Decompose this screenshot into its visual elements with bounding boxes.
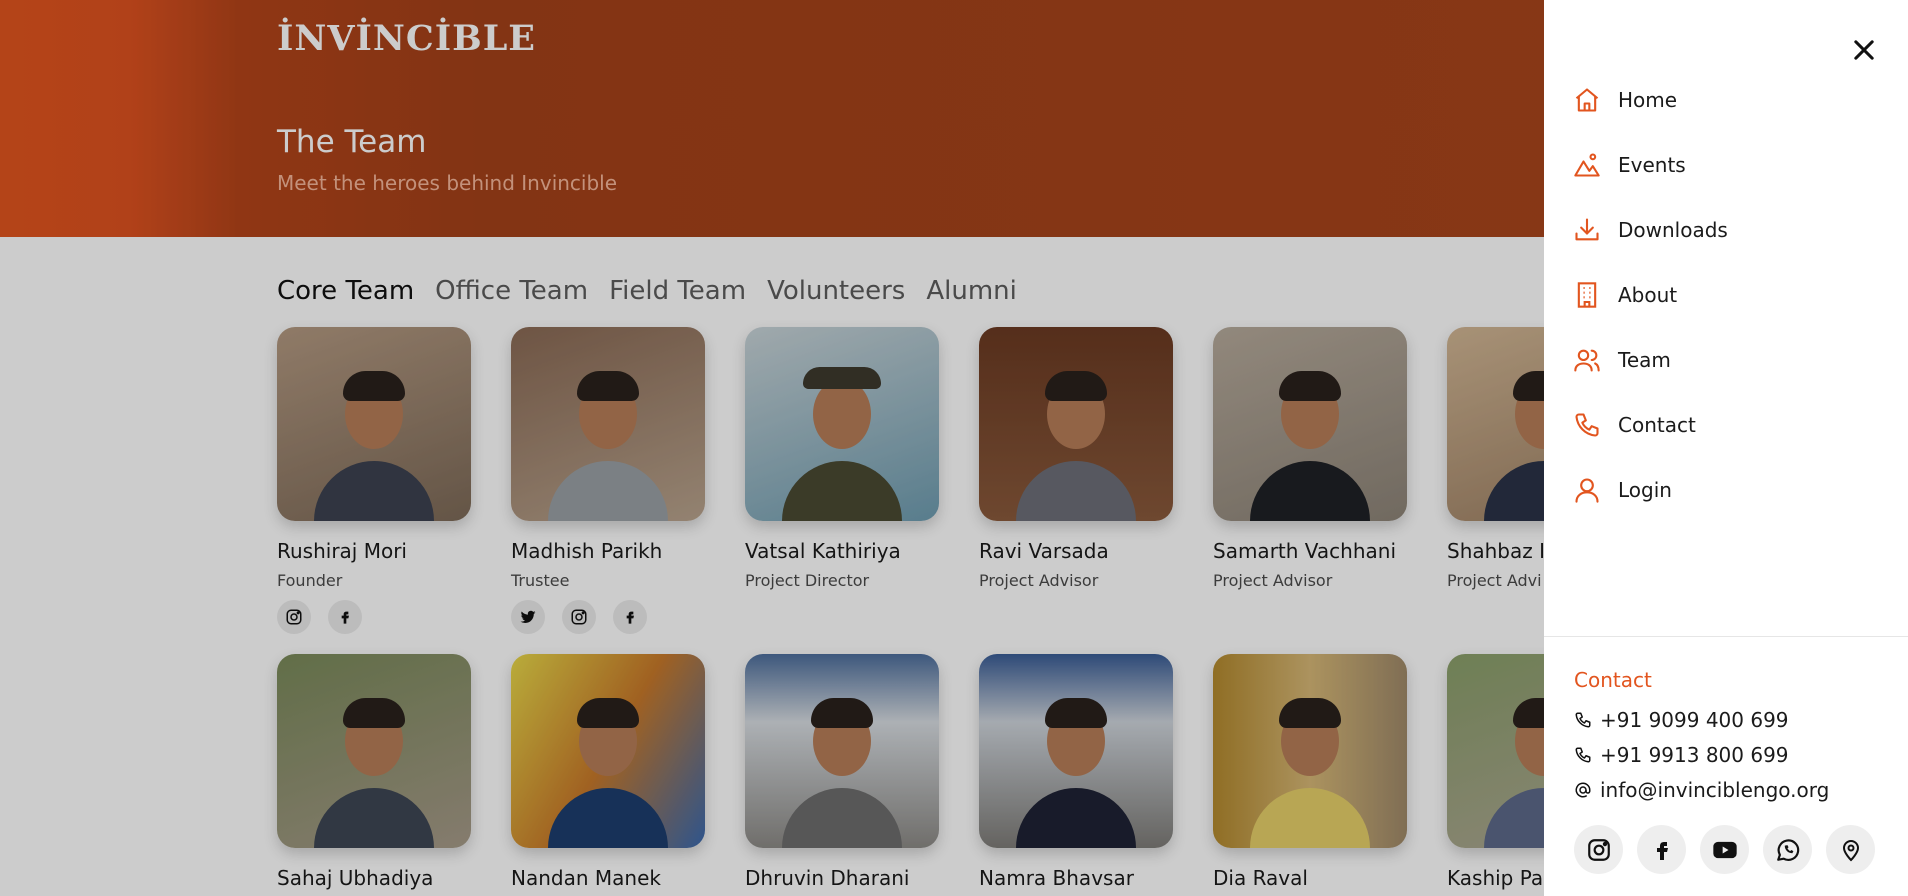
drawer-socials	[1574, 825, 1875, 874]
member-photo	[1213, 327, 1407, 521]
instagram-icon[interactable]	[1574, 825, 1623, 874]
member-name: Vatsal Kathiriya	[745, 539, 901, 563]
team-card[interactable]: Ravi Varsada Project Advisor	[979, 327, 1173, 590]
drawer-divider	[1544, 636, 1908, 637]
member-name: Madhish Parikh	[511, 539, 663, 563]
team-card[interactable]: Sahaj Ubhadiya	[277, 654, 471, 890]
member-role: Trustee	[511, 571, 570, 590]
menu-item-about[interactable]: About	[1573, 281, 1677, 309]
whatsapp-icon[interactable]	[1763, 825, 1812, 874]
member-photo	[745, 327, 939, 521]
tab-core-team[interactable]: Core Team	[277, 276, 414, 306]
phone-line-2[interactable]: +91 9913 800 699	[1574, 743, 1789, 767]
menu-item-events[interactable]: Events	[1573, 151, 1686, 179]
email-line[interactable]: info@invinciblengo.org	[1574, 778, 1829, 802]
home-icon	[1575, 88, 1599, 112]
member-role: Project Advisor	[1213, 571, 1333, 590]
facebook-icon[interactable]	[328, 600, 362, 634]
page-title: The Team	[277, 124, 427, 160]
tab-office-team[interactable]: Office Team	[435, 276, 588, 306]
menu-item-label: Contact	[1618, 413, 1696, 437]
team-card[interactable]: Rushiraj Mori Founder	[277, 327, 471, 634]
mountain-icon	[1574, 153, 1600, 177]
member-photo	[511, 327, 705, 521]
download-icon	[1575, 218, 1599, 241]
phone-icon	[1575, 747, 1591, 763]
youtube-icon[interactable]	[1700, 825, 1749, 874]
menu-item-label: Team	[1618, 348, 1671, 372]
member-photo	[979, 327, 1173, 521]
instagram-icon[interactable]	[562, 600, 596, 634]
member-name: Dhruvin Dharani	[745, 866, 910, 890]
member-photo	[511, 654, 705, 848]
member-photo	[745, 654, 939, 848]
building-icon	[1577, 282, 1597, 308]
member-name: Nandan Manek	[511, 866, 661, 890]
team-card[interactable]: Namra Bhavsar	[979, 654, 1173, 890]
member-name: Namra Bhavsar	[979, 866, 1134, 890]
instagram-icon[interactable]	[277, 600, 311, 634]
team-card[interactable]: Dia Raval	[1213, 654, 1407, 890]
member-photo	[1213, 654, 1407, 848]
menu-item-label: Events	[1618, 153, 1686, 177]
users-icon	[1574, 349, 1600, 372]
at-sign-icon	[1575, 782, 1591, 798]
phone-number: +91 9913 800 699	[1600, 743, 1789, 767]
email-address: info@invinciblengo.org	[1600, 778, 1830, 802]
member-name: Sahaj Ubhadiya	[277, 866, 434, 890]
team-tabs: Core Team Office Team Field Team Volunte…	[277, 276, 1017, 306]
phone-number: +91 9099 400 699	[1600, 708, 1789, 732]
menu-item-home[interactable]: Home	[1573, 86, 1677, 114]
team-card[interactable]: Vatsal Kathiriya Project Director	[745, 327, 939, 590]
team-card[interactable]: Madhish Parikh Trustee	[511, 327, 705, 634]
menu-item-label: Home	[1618, 88, 1678, 112]
menu-item-label: About	[1618, 283, 1678, 307]
member-name: Dia Raval	[1213, 866, 1308, 890]
phone-icon	[1575, 712, 1591, 728]
team-card[interactable]: Dhruvin Dharani	[745, 654, 939, 890]
facebook-icon[interactable]	[613, 600, 647, 634]
member-name: Samarth Vachhani	[1213, 539, 1397, 563]
page: İNVİNCİBLE The Team Meet the heroes behi…	[0, 0, 1908, 896]
member-photo	[277, 654, 471, 848]
tab-volunteers[interactable]: Volunteers	[767, 276, 905, 306]
menu-item-label: Login	[1618, 478, 1672, 502]
member-role: Founder	[277, 571, 343, 590]
member-photo	[277, 327, 471, 521]
team-card[interactable]: Samarth Vachhani Project Advisor	[1213, 327, 1407, 590]
close-icon[interactable]	[1850, 36, 1878, 64]
menu-item-login[interactable]: Login	[1573, 476, 1672, 504]
member-name: Rushiraj Mori	[277, 539, 407, 563]
page-subtitle: Meet the heroes behind Invincible	[277, 171, 618, 195]
logo[interactable]: İNVİNCİBLE	[277, 18, 536, 59]
member-name: Ravi Varsada	[979, 539, 1109, 563]
user-icon	[1575, 478, 1599, 503]
phone-line-1[interactable]: +91 9099 400 699	[1574, 708, 1789, 732]
member-role: Project Director	[745, 571, 870, 590]
location-pin-icon[interactable]	[1826, 825, 1875, 874]
tab-field-team[interactable]: Field Team	[609, 276, 746, 306]
team-card[interactable]: Nandan Manek	[511, 654, 705, 890]
menu-item-contact[interactable]: Contact	[1573, 411, 1696, 439]
phone-icon	[1575, 413, 1599, 437]
member-socials	[277, 600, 471, 634]
menu-item-team[interactable]: Team	[1573, 346, 1671, 374]
facebook-icon[interactable]	[1637, 825, 1686, 874]
menu-item-label: Downloads	[1618, 218, 1728, 242]
tab-alumni[interactable]: Alumni	[926, 276, 1017, 306]
menu-item-downloads[interactable]: Downloads	[1573, 216, 1728, 244]
member-role: Project Advisor	[979, 571, 1099, 590]
contact-heading: Contact	[1574, 668, 1652, 692]
member-socials	[511, 600, 705, 634]
twitter-icon[interactable]	[511, 600, 545, 634]
member-photo	[979, 654, 1173, 848]
